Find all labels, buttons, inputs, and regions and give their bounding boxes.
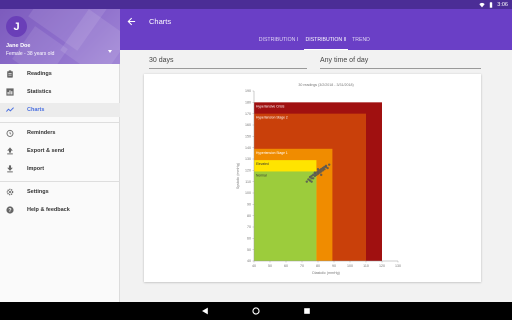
- data-point: [313, 171, 316, 174]
- alarm-icon: [6, 129, 14, 137]
- data-point: [324, 165, 328, 169]
- y-tick-label: 50: [247, 248, 251, 252]
- drawer-item-label: Charts: [27, 107, 45, 113]
- user-name: Jane Doe: [6, 43, 31, 49]
- bar-chart-icon: [6, 88, 14, 96]
- tab-distribution-ii[interactable]: DISTRIBUTION II: [304, 37, 348, 50]
- data-point: [328, 163, 331, 166]
- zone-label: Hypertension Stage 2: [256, 116, 288, 120]
- period-select[interactable]: 30 days: [149, 57, 307, 69]
- drawer-header: J Jane Doe Female - 38 years old: [0, 9, 120, 64]
- x-tick-label: 100: [347, 264, 353, 268]
- x-tick-label: 110: [363, 264, 369, 268]
- drawer-item-reminders[interactable]: Reminders: [0, 126, 120, 140]
- y-axis-label: Systolic (mmHg): [236, 163, 240, 189]
- tab-distribution-i[interactable]: DISTRIBUTION I: [256, 37, 301, 50]
- navigation-drawer: J Jane Doe Female - 38 years old Reading…: [0, 9, 120, 302]
- y-tick-label: 150: [245, 135, 251, 139]
- data-point: [316, 168, 320, 171]
- y-tick-label: 160: [245, 123, 251, 127]
- data-point: [321, 169, 324, 172]
- y-tick-label: 100: [245, 191, 251, 195]
- chart-svg: 40 50 60 70 80 90 100 110 120 130 140 150 160 170 180 1…: [236, 83, 401, 275]
- user-details: Female - 38 years old: [6, 51, 55, 57]
- drawer-item-label: Reminders: [27, 130, 56, 136]
- help-icon: ?: [6, 206, 14, 214]
- wifi-icon: [479, 2, 485, 8]
- drawer-item-label: Export & send: [27, 148, 65, 154]
- download-icon: [6, 165, 14, 173]
- zone-label: Hypertensive Crisis: [256, 104, 285, 108]
- x-tick-label: 90: [332, 264, 336, 268]
- drawer-item-charts[interactable]: Charts: [0, 103, 120, 117]
- system-nav-bar: [0, 302, 512, 320]
- y-tick-label: 190: [245, 89, 251, 93]
- y-tick-label: 140: [245, 146, 251, 150]
- back-arrow-icon[interactable]: [126, 16, 136, 26]
- drawer-item-statistics[interactable]: Statistics: [0, 85, 120, 99]
- data-point: [312, 177, 315, 180]
- nav-back-icon[interactable]: [200, 306, 210, 316]
- data-point: [305, 180, 308, 183]
- svg-text:?: ?: [8, 208, 11, 214]
- drawer-item-readings[interactable]: Readings: [0, 67, 120, 81]
- status-bar: 3:06: [0, 0, 512, 9]
- x-tick-label: 40: [252, 264, 256, 268]
- drawer-item-export[interactable]: Export & send: [0, 144, 120, 158]
- y-tick-label: 120: [245, 169, 251, 173]
- x-tick-label: 70: [300, 264, 304, 268]
- line-chart-icon: [6, 106, 14, 114]
- time-of-day-select[interactable]: Any time of day: [320, 57, 481, 69]
- chart-title: 30 readings (3/2/2018 - 3/31/2018): [298, 83, 353, 87]
- clipboard-icon: [6, 70, 14, 78]
- drawer-item-settings[interactable]: Settings: [0, 185, 120, 199]
- y-tick-label: 180: [245, 101, 251, 105]
- data-point: [320, 173, 323, 177]
- zone-label: Hypertension Stage 1: [256, 151, 288, 155]
- y-tick-label: 90: [247, 203, 251, 207]
- drawer-item-label: Statistics: [27, 89, 52, 95]
- gear-icon: [6, 188, 14, 196]
- data-point: [315, 173, 318, 177]
- x-tick-label: 50: [268, 264, 272, 268]
- status-time: 3:06: [497, 2, 508, 8]
- nav-home-icon[interactable]: [251, 306, 261, 316]
- avatar[interactable]: J: [6, 16, 27, 37]
- battery-icon: [490, 2, 493, 8]
- upload-icon: [6, 147, 14, 155]
- zone-label: Normal: [256, 173, 267, 177]
- data-point: [318, 171, 321, 174]
- drawer-item-label: Readings: [27, 71, 52, 77]
- drawer-item-help[interactable]: ? Help & feedback: [0, 203, 120, 217]
- drawer-item-label: Settings: [27, 189, 49, 195]
- tab-trend[interactable]: TREND: [349, 37, 373, 50]
- drawer-item-label: Import: [27, 166, 45, 172]
- drawer-divider: [0, 181, 120, 182]
- drawer-item-label: Help & feedback: [27, 207, 70, 213]
- nav-recents-icon[interactable]: [302, 306, 312, 316]
- status-icons: 3:06: [479, 1, 508, 9]
- chart-card: 40 50 60 70 80 90 100 110 120 130 140 150 160 170 180 1…: [144, 74, 481, 282]
- zone-normal: [254, 171, 317, 261]
- x-tick-label: 60: [284, 264, 288, 268]
- x-axis-label: Diastolic (mmHg): [312, 271, 340, 275]
- account-dropdown-icon[interactable]: [108, 50, 112, 53]
- x-tick-label: 120: [379, 264, 385, 268]
- zone-label: Elevated: [256, 162, 269, 166]
- app-bar: Charts DISTRIBUTION I DISTRIBUTION II TR…: [120, 9, 512, 50]
- y-tick-label: 70: [247, 225, 251, 229]
- x-tick-label: 130: [395, 264, 401, 268]
- drawer-item-import[interactable]: Import: [0, 162, 120, 176]
- drawer-divider: [0, 122, 120, 123]
- y-tick-label: 130: [245, 157, 251, 161]
- y-tick-label: 60: [247, 237, 251, 241]
- y-tick-label: 80: [247, 214, 251, 218]
- y-tick-label: 170: [245, 112, 251, 116]
- y-tick-label: 110: [245, 180, 251, 184]
- page-title: Charts: [149, 17, 172, 26]
- x-tick-label: 80: [316, 264, 320, 268]
- y-tick-label: 40: [247, 259, 251, 263]
- data-point: [310, 180, 313, 183]
